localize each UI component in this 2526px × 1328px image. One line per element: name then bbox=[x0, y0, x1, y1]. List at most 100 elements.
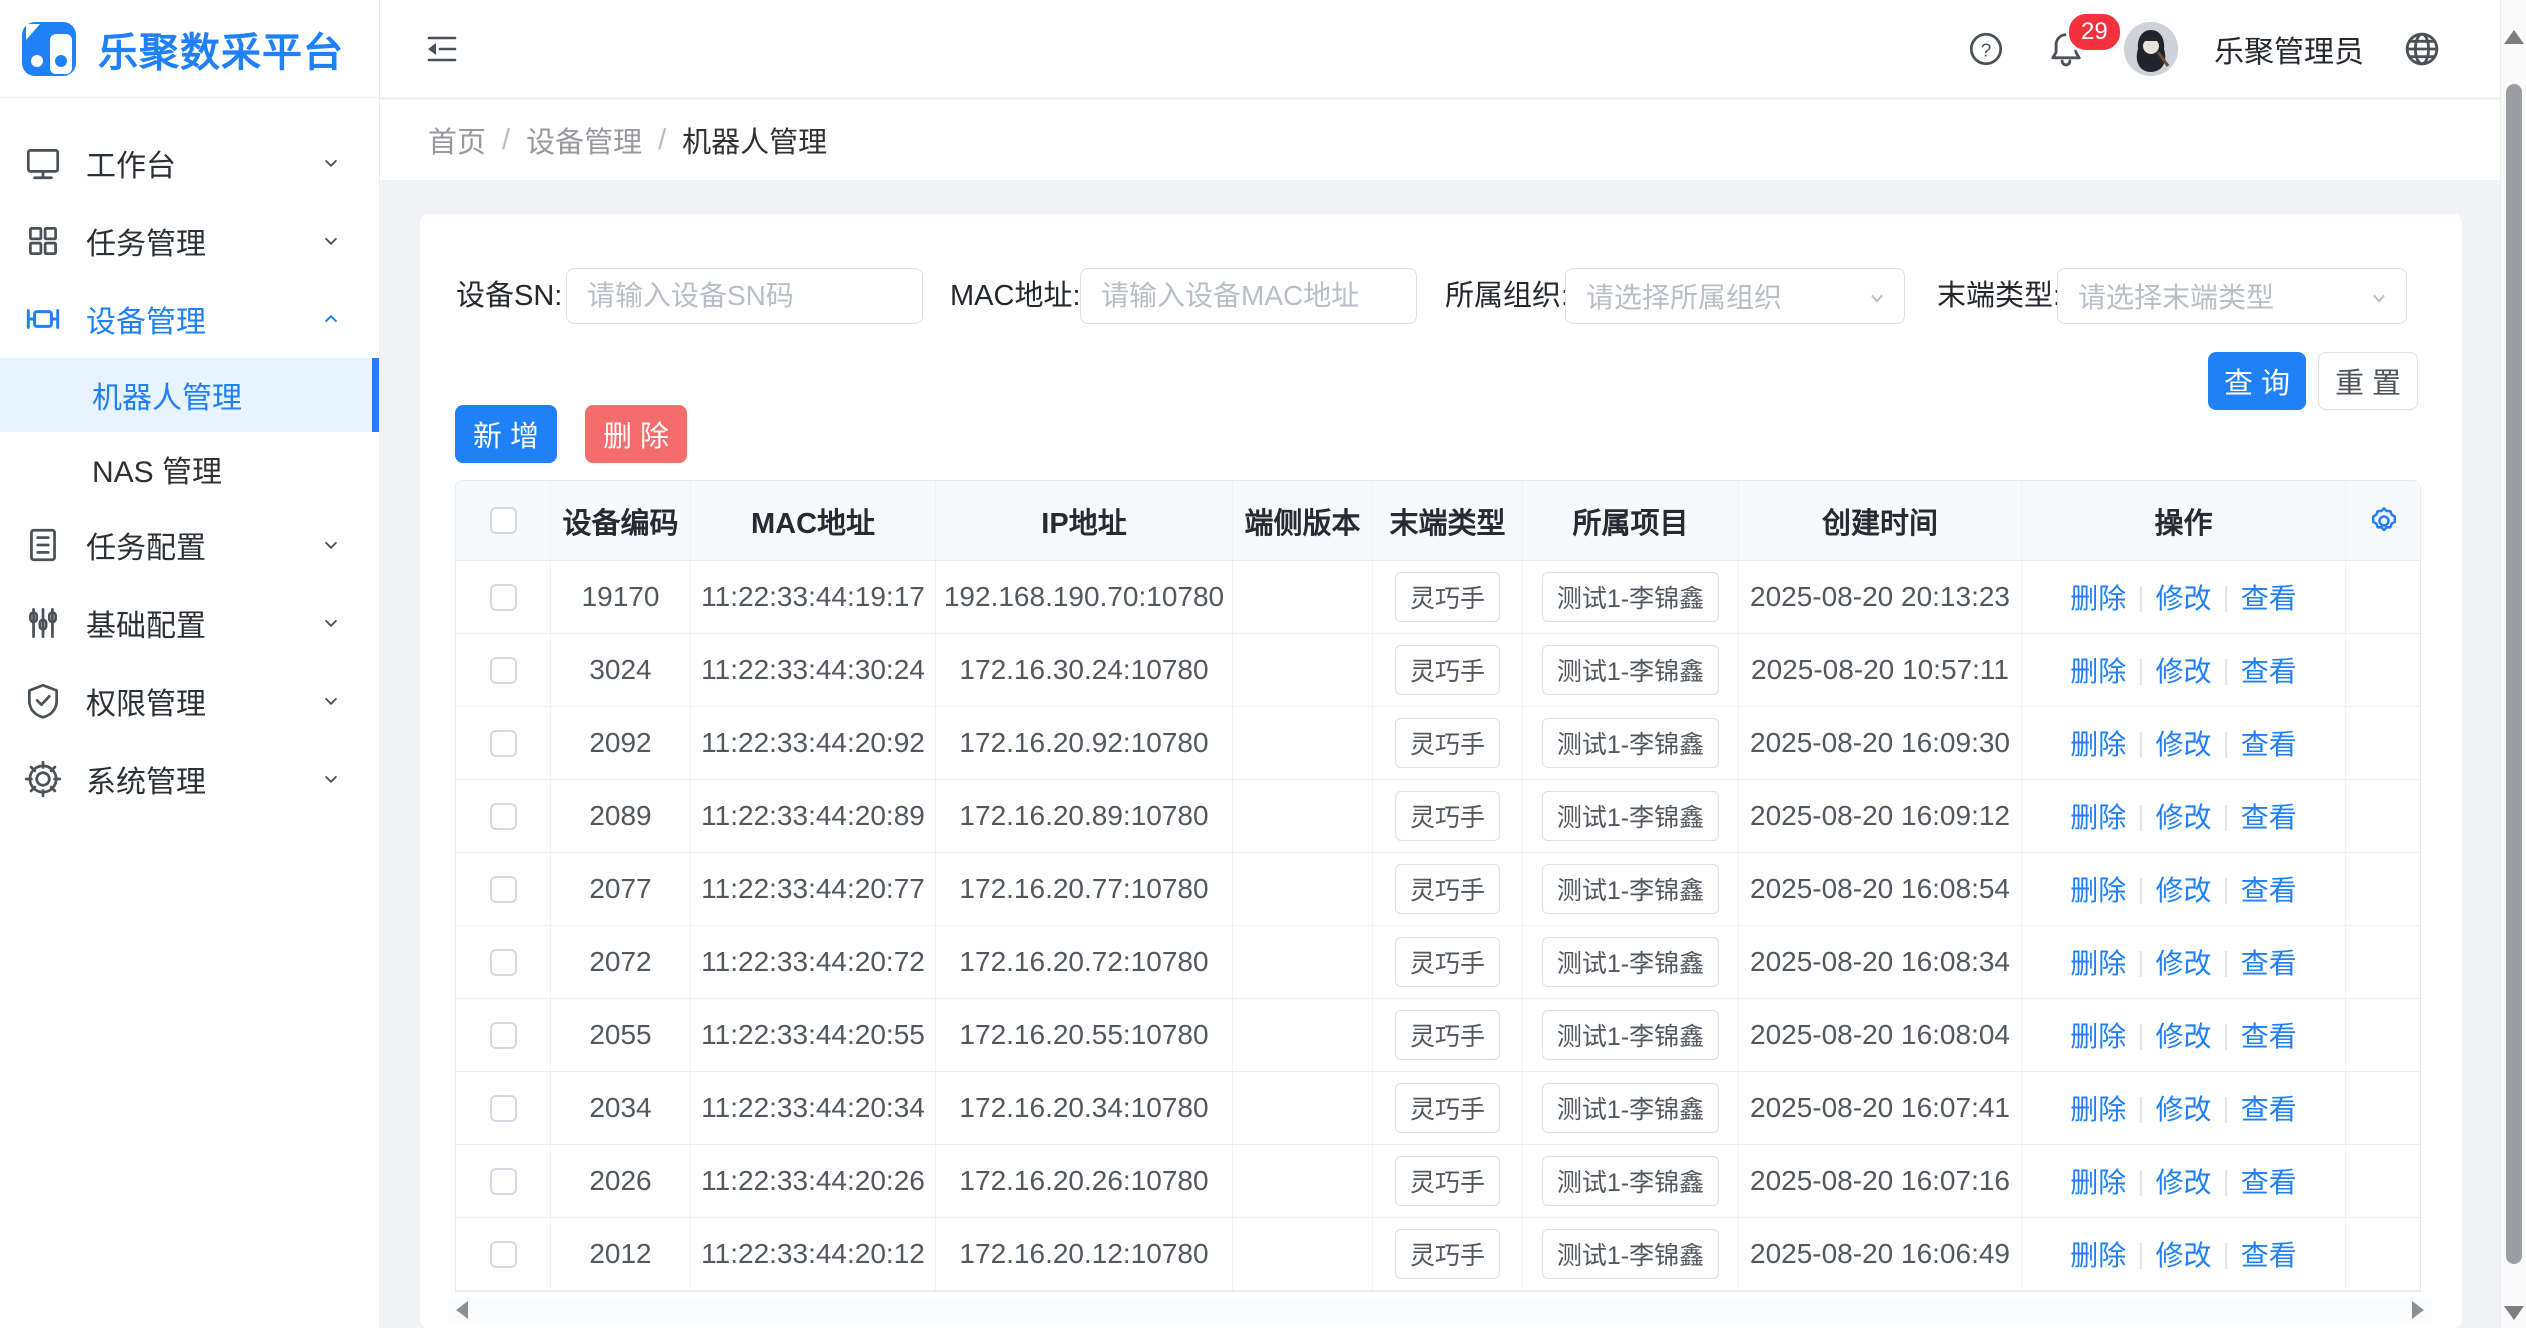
row-view-link[interactable]: 查看 bbox=[2241, 869, 2297, 909]
cell-created-time: 2025-08-20 16:08:04 bbox=[1739, 999, 2022, 1071]
delete-button[interactable]: 删 除 bbox=[585, 405, 687, 463]
reset-button[interactable]: 重 置 bbox=[2318, 352, 2418, 410]
row-delete-link[interactable]: 删除 bbox=[2070, 1015, 2126, 1055]
row-delete-link[interactable]: 删除 bbox=[2070, 796, 2126, 836]
sidebar-item-task-config[interactable]: 任务配置 bbox=[0, 506, 379, 584]
org-select[interactable]: 请选择所属组织 bbox=[1565, 268, 1905, 324]
row-checkbox[interactable] bbox=[490, 657, 517, 684]
type-select[interactable]: 请选择末端类型 bbox=[2057, 268, 2407, 324]
chevron-up-icon bbox=[317, 305, 345, 333]
row-checkbox[interactable] bbox=[490, 949, 517, 976]
scroll-up-arrow[interactable] bbox=[2504, 30, 2524, 44]
add-button[interactable]: 新 增 bbox=[455, 405, 557, 463]
row-edit-link[interactable]: 修改 bbox=[2155, 723, 2211, 763]
row-view-link[interactable]: 查看 bbox=[2241, 1234, 2297, 1274]
project-tag: 测试1-李锦鑫 bbox=[1542, 937, 1719, 987]
language-button[interactable] bbox=[2400, 27, 2444, 71]
row-checkbox[interactable] bbox=[490, 1241, 517, 1268]
row-checkbox[interactable] bbox=[490, 1095, 517, 1122]
table-gear-icon bbox=[2366, 503, 2402, 539]
vertical-scrollbar[interactable] bbox=[2500, 0, 2526, 1328]
sidebar-fold-button[interactable] bbox=[420, 27, 464, 71]
row-view-link[interactable]: 查看 bbox=[2241, 942, 2297, 982]
row-delete-link[interactable]: 删除 bbox=[2070, 650, 2126, 690]
project-tag: 测试1-李锦鑫 bbox=[1542, 572, 1719, 622]
sidebar-item-device-management[interactable]: 设备管理 bbox=[0, 280, 379, 358]
cell-ip-address: 172.16.20.72:10780 bbox=[936, 926, 1233, 998]
cell-device-code: 19170 bbox=[551, 561, 691, 633]
row-edit-link[interactable]: 修改 bbox=[2155, 650, 2211, 690]
globe-icon bbox=[2400, 27, 2444, 71]
cell-mac-address: 11:22:33:44:30:24 bbox=[691, 634, 936, 706]
scroll-right-arrow[interactable] bbox=[2412, 1301, 2424, 1319]
row-view-link[interactable]: 查看 bbox=[2241, 1088, 2297, 1128]
sn-filter-label: 设备SN: bbox=[456, 268, 562, 324]
search-button[interactable]: 查 询 bbox=[2208, 352, 2306, 410]
row-view-link[interactable]: 查看 bbox=[2241, 650, 2297, 690]
row-checkbox[interactable] bbox=[490, 803, 517, 830]
scroll-down-arrow[interactable] bbox=[2504, 1306, 2524, 1320]
table-row: 19170 11:22:33:44:19:17 192.168.190.70:1… bbox=[456, 561, 2420, 634]
col-project: 所属项目 bbox=[1523, 481, 1739, 560]
notifications-button[interactable]: 29 bbox=[2044, 27, 2088, 71]
row-checkbox[interactable] bbox=[490, 1168, 517, 1195]
sn-input[interactable] bbox=[566, 268, 923, 324]
terminal-type-tag: 灵巧手 bbox=[1395, 937, 1500, 987]
row-view-link[interactable]: 查看 bbox=[2241, 723, 2297, 763]
cell-edge-version bbox=[1233, 707, 1373, 779]
cell-edge-version bbox=[1233, 561, 1373, 633]
row-checkbox[interactable] bbox=[490, 1022, 517, 1049]
mac-input[interactable] bbox=[1080, 268, 1417, 324]
row-delete-link[interactable]: 删除 bbox=[2070, 869, 2126, 909]
row-view-link[interactable]: 查看 bbox=[2241, 796, 2297, 836]
robot-icon bbox=[22, 298, 64, 340]
row-view-link[interactable]: 查看 bbox=[2241, 1161, 2297, 1201]
row-edit-link[interactable]: 修改 bbox=[2155, 942, 2211, 982]
row-delete-link[interactable]: 删除 bbox=[2070, 723, 2126, 763]
row-view-link[interactable]: 查看 bbox=[2241, 1015, 2297, 1055]
horizontal-scrollbar[interactable] bbox=[448, 1297, 2432, 1323]
breadcrumb-home[interactable]: 首页 bbox=[428, 119, 486, 161]
help-button[interactable]: ? bbox=[1964, 27, 2008, 71]
sidebar-item-robot-management[interactable]: 机器人管理 bbox=[0, 358, 379, 432]
row-delete-link[interactable]: 删除 bbox=[2070, 942, 2126, 982]
row-edit-link[interactable]: 修改 bbox=[2155, 577, 2211, 617]
row-checkbox[interactable] bbox=[490, 584, 517, 611]
terminal-type-tag: 灵巧手 bbox=[1395, 864, 1500, 914]
row-edit-link[interactable]: 修改 bbox=[2155, 1088, 2211, 1128]
row-edit-link[interactable]: 修改 bbox=[2155, 1015, 2211, 1055]
help-icon: ? bbox=[1965, 28, 2007, 70]
column-settings-button[interactable] bbox=[2364, 501, 2404, 541]
breadcrumb-device-management[interactable]: 设备管理 bbox=[526, 119, 642, 161]
sidebar-item-basic-config[interactable]: 基础配置 bbox=[0, 584, 379, 662]
row-checkbox[interactable] bbox=[490, 876, 517, 903]
col-terminal-type: 末端类型 bbox=[1373, 481, 1523, 560]
row-delete-link[interactable]: 删除 bbox=[2070, 577, 2126, 617]
row-edit-link[interactable]: 修改 bbox=[2155, 1161, 2211, 1201]
row-delete-link[interactable]: 删除 bbox=[2070, 1161, 2126, 1201]
sidebar-item-task-management[interactable]: 任务管理 bbox=[0, 202, 379, 280]
row-edit-link[interactable]: 修改 bbox=[2155, 869, 2211, 909]
sidebar-item-system-management[interactable]: 系统管理 bbox=[0, 740, 379, 818]
row-view-link[interactable]: 查看 bbox=[2241, 577, 2297, 617]
scrollbar-thumb[interactable] bbox=[2506, 84, 2522, 1264]
sidebar-item-workbench[interactable]: 工作台 bbox=[0, 124, 379, 202]
content-card: 设备SN: MAC地址: 所属组织: 请选择所属组织 末端类型: 请选择末端类型… bbox=[420, 214, 2462, 1328]
sidebar-item-nas-management[interactable]: NAS 管理 bbox=[0, 432, 379, 506]
col-edge-version: 端侧版本 bbox=[1233, 481, 1373, 560]
row-delete-link[interactable]: 删除 bbox=[2070, 1234, 2126, 1274]
current-user-name[interactable]: 乐聚管理员 bbox=[2214, 27, 2364, 71]
project-tag: 测试1-李锦鑫 bbox=[1542, 645, 1719, 695]
user-avatar[interactable] bbox=[2124, 22, 2178, 76]
scroll-left-arrow[interactable] bbox=[456, 1301, 468, 1319]
cell-actions: 删除 | 修改 | 查看 bbox=[2022, 561, 2346, 633]
chevron-down-icon bbox=[2366, 285, 2392, 311]
cell-device-code: 2026 bbox=[551, 1145, 691, 1217]
row-edit-link[interactable]: 修改 bbox=[2155, 1234, 2211, 1274]
row-edit-link[interactable]: 修改 bbox=[2155, 796, 2211, 836]
select-all-checkbox[interactable] bbox=[490, 507, 517, 534]
cell-device-code: 2034 bbox=[551, 1072, 691, 1144]
row-checkbox[interactable] bbox=[490, 730, 517, 757]
sidebar-item-permission-management[interactable]: 权限管理 bbox=[0, 662, 379, 740]
row-delete-link[interactable]: 删除 bbox=[2070, 1088, 2126, 1128]
